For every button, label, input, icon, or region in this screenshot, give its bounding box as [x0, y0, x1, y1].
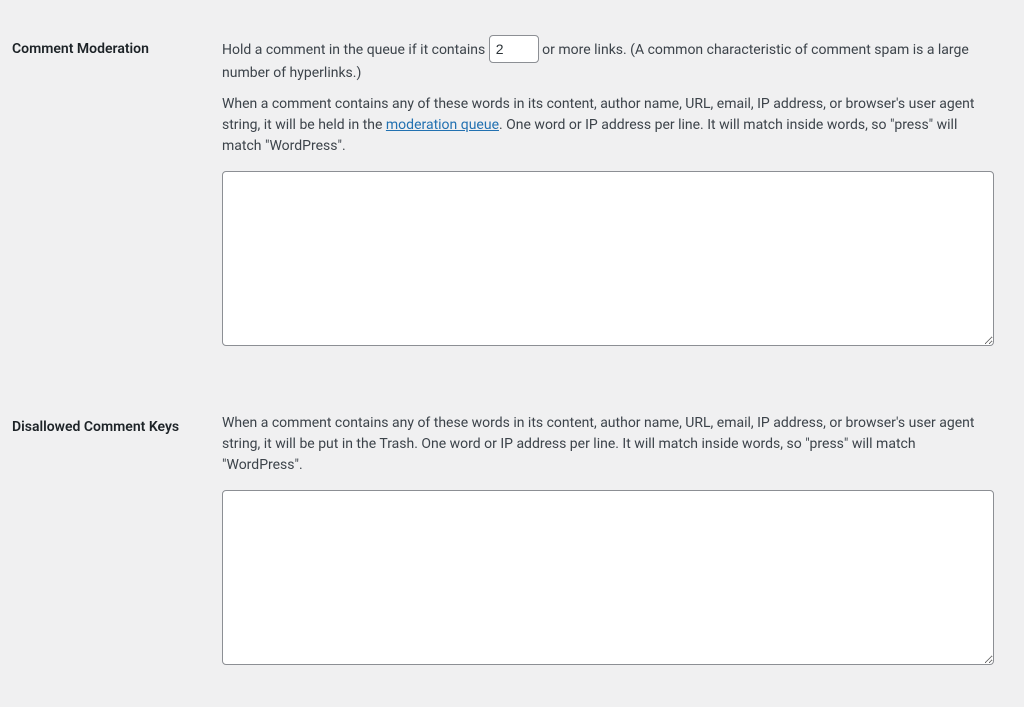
moderation-keys-textarea[interactable] — [222, 171, 994, 346]
disallowed-description: When a comment contains any of these wor… — [222, 413, 994, 476]
moderation-queue-link[interactable]: moderation queue — [386, 117, 499, 133]
disallowed-keys-textarea[interactable] — [222, 490, 994, 665]
disallowed-keys-heading: Disallowed Comment Keys — [12, 398, 212, 687]
hold-links-paragraph: Hold a comment in the queue if it contai… — [222, 35, 994, 84]
comment-moderation-heading: Comment Moderation — [12, 20, 212, 368]
moderation-description: When a comment contains any of these wor… — [222, 94, 994, 157]
comment-max-links-input[interactable] — [489, 35, 539, 63]
hold-text-before: Hold a comment in the queue if it contai… — [222, 42, 489, 58]
